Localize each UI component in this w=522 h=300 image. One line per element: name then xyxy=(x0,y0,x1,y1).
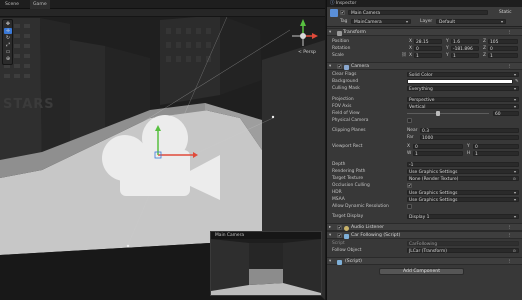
rotate-tool-button[interactable]: ↻ xyxy=(4,35,12,41)
position-y-field[interactable]: 1.6 xyxy=(451,39,479,45)
audio-listener-header[interactable]: ▸ ✔ Audio Listener ⋮ xyxy=(327,223,522,231)
viewport-w-field[interactable]: 1 xyxy=(413,151,463,157)
fov-value-field[interactable]: 60 xyxy=(493,111,519,117)
culling-mask-dropdown[interactable]: Everything ▾ xyxy=(407,86,519,92)
object-name-field[interactable]: Main Camera xyxy=(348,10,488,16)
car-following-fields: Script CarFollowing Follow Object JLCar … xyxy=(327,240,522,256)
scale-z-field[interactable]: 1 xyxy=(488,53,518,59)
viewport-h-field[interactable]: 1 xyxy=(473,151,519,157)
scale-y-field[interactable]: 1 xyxy=(451,53,479,59)
camera-preview-title: Main Camera xyxy=(215,233,245,238)
viewport-y-field[interactable]: 0 xyxy=(473,144,519,150)
inspector-tab-bar: ⓘ Inspector xyxy=(327,0,522,7)
inspector-tab[interactable]: ⓘ Inspector xyxy=(330,1,356,6)
depth-field[interactable]: -1 xyxy=(407,162,519,168)
add-component-button[interactable]: Add Component xyxy=(379,268,464,275)
constrain-proportions-icon: ⛓ xyxy=(401,53,407,58)
svg-text:STARS: STARS xyxy=(3,97,55,112)
more-options-icon: ⋮ xyxy=(507,30,512,35)
camera-preview-render xyxy=(211,239,321,295)
fov-slider-handle[interactable] xyxy=(436,111,440,116)
camera-enabled-checkbox[interactable]: ✔ xyxy=(337,64,342,69)
tab-game[interactable]: Game xyxy=(30,0,50,9)
rect-tool-button[interactable]: ▭ xyxy=(4,49,12,55)
follow-object-field[interactable]: JLCar (Transform) ⊙ xyxy=(407,248,519,254)
near-clip-field[interactable]: 0.3 xyxy=(420,128,519,134)
tag-dropdown[interactable]: MainCamera ▾ xyxy=(351,19,411,25)
transform-tool-palette: ✥ ✛ ↻ ⤢ ▭ ⊕ xyxy=(2,19,13,65)
persp-label[interactable]: < Persp xyxy=(298,50,316,55)
msaa-dropdown[interactable]: Use Graphics Settings ▾ xyxy=(407,197,519,203)
scene-toolbar xyxy=(0,9,325,17)
tab-scene[interactable]: Scene xyxy=(2,0,22,9)
more-options-icon: ⋮ xyxy=(507,225,512,230)
hdr-dropdown[interactable]: Use Graphics Settings ▾ xyxy=(407,190,519,196)
eyedropper-icon: ✎ xyxy=(515,79,519,84)
rotation-x-field[interactable]: 0 xyxy=(414,46,442,52)
more-options-icon: ⋮ xyxy=(507,233,512,238)
static-checkbox[interactable]: Static xyxy=(499,10,512,15)
more-options-icon: ⋮ xyxy=(507,64,512,69)
position-z-field[interactable]: 105 xyxy=(488,39,518,45)
audio-listener-checkbox[interactable]: ✔ xyxy=(337,225,342,230)
viewport-x-field[interactable]: 0 xyxy=(413,144,463,150)
camera-component-header[interactable]: ▾ ✔ Camera ⋮ xyxy=(327,62,522,70)
physical-camera-checkbox[interactable] xyxy=(407,118,412,123)
move-tool-button[interactable]: ✛ xyxy=(4,28,12,34)
transform-component-header[interactable]: ▾ Transform ⋮ xyxy=(327,28,522,36)
more-options-icon: ⋮ xyxy=(507,259,512,264)
transform-fields: Position X 28.15 Y 1.6 Z 105 Rotation X … xyxy=(327,37,522,61)
far-clip-field[interactable]: 1000 xyxy=(420,135,519,141)
fov-axis-dropdown[interactable]: Vertical ▾ xyxy=(407,104,519,110)
rotation-z-field[interactable]: 0 xyxy=(488,46,518,52)
scene-tab-bar: Scene Game xyxy=(0,0,325,9)
rendering-path-dropdown[interactable]: Use Graphics Settings ▾ xyxy=(407,169,519,175)
scene-view[interactable]: STARS Scene Game ✥ ✛ ↻ ⤢ ▭ ⊕ < Persp Mai… xyxy=(0,0,325,300)
missing-script-header[interactable]: ▾ (Script) ⋮ xyxy=(327,257,522,265)
target-display-dropdown[interactable]: Display 1 ▾ xyxy=(407,214,519,220)
inspector-panel: ⓘ Inspector ✔ Main Camera Static Tag Mai… xyxy=(326,0,522,300)
layer-dropdown[interactable]: Default ▾ xyxy=(436,19,506,25)
scale-tool-button[interactable]: ⤢ xyxy=(4,42,12,48)
gameobject-icon xyxy=(330,9,338,17)
script-reference-field: CarFollowing xyxy=(407,241,519,247)
clear-flags-dropdown[interactable]: Solid Color ▾ xyxy=(407,72,519,78)
camera-icon xyxy=(344,64,349,70)
position-x-field[interactable]: 28.15 xyxy=(414,39,442,45)
hand-tool-button[interactable]: ✥ xyxy=(4,21,12,27)
script-icon xyxy=(344,233,349,239)
dynamic-resolution-checkbox[interactable] xyxy=(407,204,412,209)
camera-preview: Main Camera xyxy=(210,231,322,296)
active-checkbox[interactable]: ✔ xyxy=(340,10,345,15)
transform-tool-button[interactable]: ⊕ xyxy=(4,56,12,62)
projection-dropdown[interactable]: Perspective ▾ xyxy=(407,97,519,103)
script-icon xyxy=(337,259,342,265)
car-following-checkbox[interactable]: ✔ xyxy=(337,233,342,238)
occlusion-culling-checkbox[interactable]: ✔ xyxy=(407,183,412,188)
rotation-y-field[interactable]: -181.896 xyxy=(451,46,479,52)
background-color-swatch[interactable] xyxy=(407,79,513,84)
camera-fields: Clear Flags Solid Color ▾ Background ✎ Cu… xyxy=(332,72,519,220)
audio-listener-icon xyxy=(344,225,349,231)
transform-icon xyxy=(337,30,342,36)
scale-x-field[interactable]: 1 xyxy=(414,53,442,59)
car-following-header[interactable]: ▾ ✔ Car Following (Script) ⋮ xyxy=(327,231,522,239)
target-texture-field[interactable]: None (Render Texture) ⊙ xyxy=(407,176,519,182)
fov-slider-track[interactable] xyxy=(407,113,489,114)
object-header: ✔ Main Camera Static Tag MainCamera ▾ Lay… xyxy=(327,7,522,27)
